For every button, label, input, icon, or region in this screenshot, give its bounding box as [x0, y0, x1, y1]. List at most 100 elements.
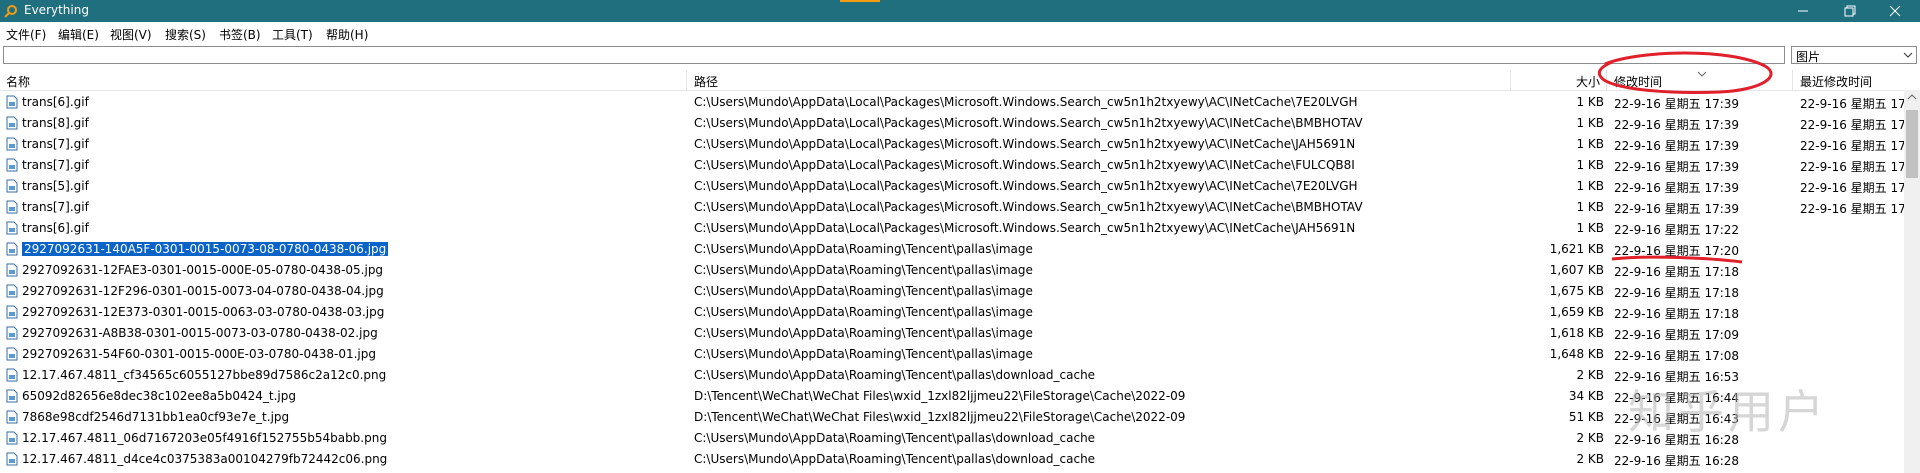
- menu-help[interactable]: 帮助(H): [326, 26, 368, 43]
- cell-size: 1 KB: [1576, 137, 1604, 151]
- table-row[interactable]: 65092d82656e8dec38c102ee8a5b0424_t.jpg D:…: [0, 386, 1904, 407]
- file-name: 12.17.467.4811_d4ce4c0375383a00104279fb7…: [22, 452, 388, 466]
- cell-modified: 22-9-16 星期五 17:08: [1614, 349, 1740, 363]
- everything-logo-icon: [4, 5, 17, 18]
- file-list: trans[6].gif C:\Users\Mundo\AppData\Local…: [0, 92, 1904, 470]
- cell-size: 2 KB: [1576, 368, 1604, 382]
- cell-path: C:\Users\Mundo\AppData\Local\Packages\Mi…: [694, 158, 1355, 172]
- table-row[interactable]: 12.17.467.4811_06d7167203e05f4916f152755…: [0, 428, 1904, 449]
- cell-modified: 22-9-16 星期五 17:18: [1614, 307, 1740, 321]
- restore-icon: [1844, 5, 1856, 17]
- title-accent-strip: [840, 0, 880, 2]
- table-row[interactable]: 2927092631-54F60-0301-0015-000E-03-0780-…: [0, 344, 1904, 365]
- vertical-scrollbar[interactable]: [1904, 90, 1920, 473]
- gif-file-icon: [6, 95, 18, 109]
- cell-size: 1,607 KB: [1549, 263, 1604, 277]
- menu-view[interactable]: 视图(V): [110, 26, 152, 43]
- cell-name: 2927092631-140A5F-0301-0015-0073-08-0780…: [22, 242, 682, 256]
- menu-tools[interactable]: 工具(T): [272, 26, 313, 43]
- image-file-icon: [6, 389, 18, 403]
- minimize-icon: [1798, 10, 1808, 12]
- cell-modified: 22-9-16 星期五 17:39: [1614, 202, 1740, 216]
- cell-name: 2927092631-12F296-0301-0015-0073-04-0780…: [22, 284, 682, 298]
- file-name: trans[7].gif: [22, 200, 89, 214]
- gif-file-icon: [6, 179, 18, 193]
- menu-bar: 文件(F) 编辑(E) 视图(V) 搜索(S) 书签(B) 工具(T) 帮助(H…: [0, 22, 1920, 44]
- cell-name: 12.17.467.4811_d4ce4c0375383a00104279fb7…: [22, 452, 682, 466]
- table-row[interactable]: trans[7].gif C:\Users\Mundo\AppData\Local…: [0, 155, 1904, 176]
- table-row[interactable]: trans[6].gif C:\Users\Mundo\AppData\Local…: [0, 92, 1904, 113]
- window-title: Everything: [24, 3, 89, 17]
- cell-modified: 22-9-16 星期五 17:20: [1614, 244, 1740, 258]
- table-row[interactable]: 7868e98cdf2546d7131bb1ea0cf93e7e_t.jpg D:…: [0, 407, 1904, 428]
- file-name: trans[7].gif: [22, 137, 89, 151]
- column-header-size[interactable]: 大小: [1576, 73, 1600, 90]
- cell-size: 1 KB: [1576, 221, 1604, 235]
- cell-recent: 22-9-16 星期五 17: [1800, 139, 1904, 153]
- cell-path: C:\Users\Mundo\AppData\Roaming\Tencent\p…: [694, 263, 1033, 277]
- cell-path: C:\Users\Mundo\AppData\Local\Packages\Mi…: [694, 200, 1363, 214]
- menu-file[interactable]: 文件(F): [6, 26, 46, 43]
- cell-modified: 22-9-16 星期五 16:28: [1614, 454, 1740, 468]
- table-row[interactable]: 2927092631-140A5F-0301-0015-0073-08-0780…: [0, 239, 1904, 260]
- cell-size: 1,659 KB: [1549, 305, 1604, 319]
- cell-recent: 22-9-16 星期五 17: [1800, 97, 1904, 111]
- cell-path: D:\Tencent\WeChat\WeChat Files\wxid_1zxl…: [694, 410, 1186, 424]
- table-row[interactable]: trans[5].gif C:\Users\Mundo\AppData\Local…: [0, 176, 1904, 197]
- file-name: 2927092631-140A5F-0301-0015-0073-08-0780…: [22, 242, 389, 256]
- column-divider[interactable]: [686, 70, 687, 90]
- gif-file-icon: [6, 200, 18, 214]
- cell-size: 1 KB: [1576, 158, 1604, 172]
- cell-recent: 22-9-16 星期五 17: [1800, 202, 1904, 216]
- cell-recent: 22-9-16 星期五 17: [1800, 160, 1904, 174]
- cell-size: 1,618 KB: [1549, 326, 1604, 340]
- column-header-name[interactable]: 名称: [6, 73, 30, 90]
- menu-search[interactable]: 搜索(S): [165, 26, 206, 43]
- image-file-icon: [6, 284, 18, 298]
- image-file-icon: [6, 347, 18, 361]
- cell-modified: 22-9-16 星期五 17:39: [1614, 118, 1740, 132]
- column-header-modified[interactable]: 修改时间: [1614, 73, 1662, 90]
- cell-path: C:\Users\Mundo\AppData\Roaming\Tencent\p…: [694, 347, 1033, 361]
- cell-path: C:\Users\Mundo\AppData\Local\Packages\Mi…: [694, 179, 1358, 193]
- table-row[interactable]: trans[8].gif C:\Users\Mundo\AppData\Local…: [0, 113, 1904, 134]
- cell-size: 2 KB: [1576, 452, 1604, 466]
- table-row[interactable]: 12.17.467.4811_d4ce4c0375383a00104279fb7…: [0, 449, 1904, 470]
- scrollbar-thumb[interactable]: [1906, 110, 1918, 178]
- table-row[interactable]: 2927092631-12F296-0301-0015-0073-04-0780…: [0, 281, 1904, 302]
- close-button[interactable]: [1872, 0, 1918, 22]
- maximize-button[interactable]: [1826, 0, 1872, 22]
- search-input[interactable]: [3, 46, 1785, 64]
- file-name: 2927092631-12F296-0301-0015-0073-04-0780…: [22, 284, 384, 298]
- scroll-up-icon[interactable]: [1904, 90, 1920, 104]
- gif-file-icon: [6, 137, 18, 151]
- column-divider[interactable]: [1510, 70, 1511, 90]
- column-divider[interactable]: [1792, 70, 1793, 90]
- column-header-path[interactable]: 路径: [694, 73, 718, 90]
- column-header: 名称 路径 大小 修改时间 最近修改时间: [0, 70, 1904, 91]
- menu-bookmarks[interactable]: 书签(B): [219, 26, 261, 43]
- table-row[interactable]: 2927092631-12FAE3-0301-0015-000E-05-0780…: [0, 260, 1904, 281]
- table-row[interactable]: trans[7].gif C:\Users\Mundo\AppData\Local…: [0, 134, 1904, 155]
- table-row[interactable]: 12.17.467.4811_cf34565c6055127bbe89d7586…: [0, 365, 1904, 386]
- filter-dropdown[interactable]: 图片: [1791, 46, 1917, 64]
- cell-modified: 22-9-16 星期五 17:18: [1614, 265, 1740, 279]
- cell-name: 2927092631-12FAE3-0301-0015-000E-05-0780…: [22, 263, 682, 277]
- watermark: 知乎用户: [1628, 385, 1828, 439]
- table-row[interactable]: 2927092631-A8B38-0301-0015-0073-03-0780-…: [0, 323, 1904, 344]
- menu-edit[interactable]: 编辑(E): [58, 26, 99, 43]
- gif-file-icon: [6, 221, 18, 235]
- column-divider[interactable]: [1606, 70, 1607, 90]
- file-name: 2927092631-12E373-0301-0015-0063-03-0780…: [22, 305, 385, 319]
- sort-arrow-icon: [1697, 71, 1707, 77]
- cell-recent: 22-9-16 星期五 17: [1800, 181, 1904, 195]
- table-row[interactable]: trans[6].gif C:\Users\Mundo\AppData\Local…: [0, 218, 1904, 239]
- cell-path: C:\Users\Mundo\AppData\Local\Packages\Mi…: [694, 116, 1363, 130]
- table-row[interactable]: trans[7].gif C:\Users\Mundo\AppData\Local…: [0, 197, 1904, 218]
- minimize-button[interactable]: [1780, 0, 1826, 22]
- image-file-icon: [6, 410, 18, 424]
- file-name: trans[6].gif: [22, 221, 89, 235]
- column-header-recent[interactable]: 最近修改时间: [1800, 73, 1872, 90]
- table-row[interactable]: 2927092631-12E373-0301-0015-0063-03-0780…: [0, 302, 1904, 323]
- cell-path: C:\Users\Mundo\AppData\Local\Packages\Mi…: [694, 221, 1356, 235]
